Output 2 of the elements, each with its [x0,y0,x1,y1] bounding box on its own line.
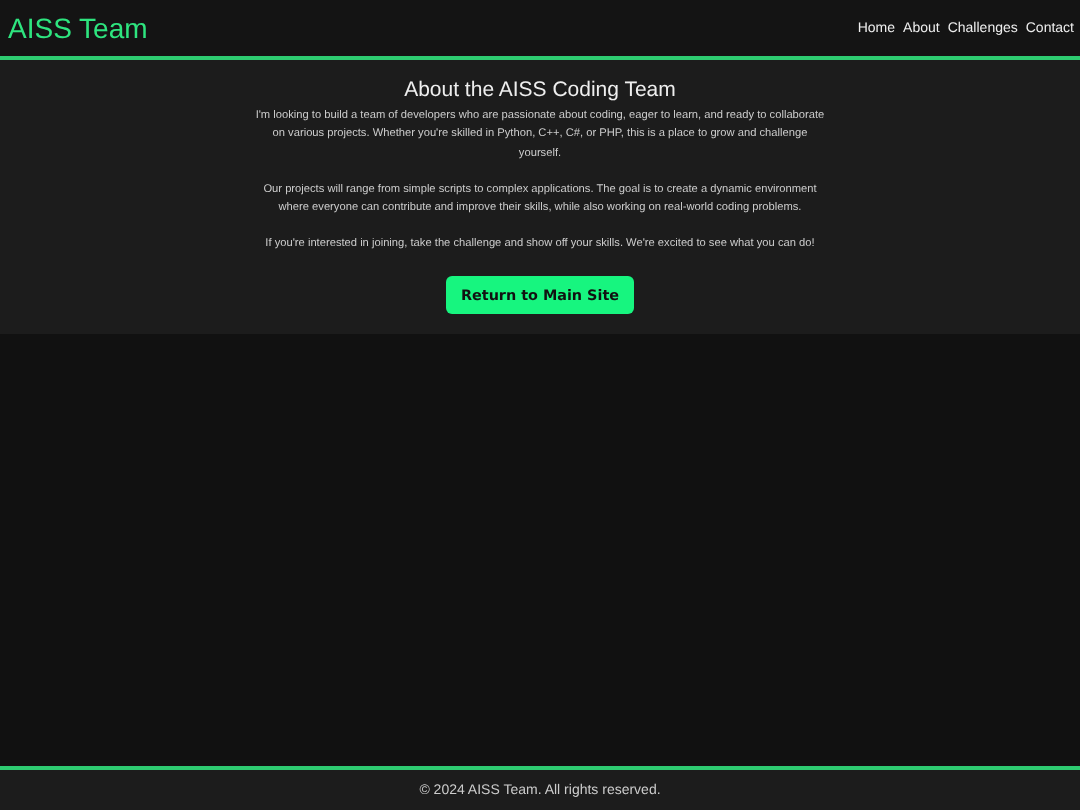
section-title: About the AISS Coding Team [404,78,676,102]
site-logo: AISS Team [8,12,148,44]
